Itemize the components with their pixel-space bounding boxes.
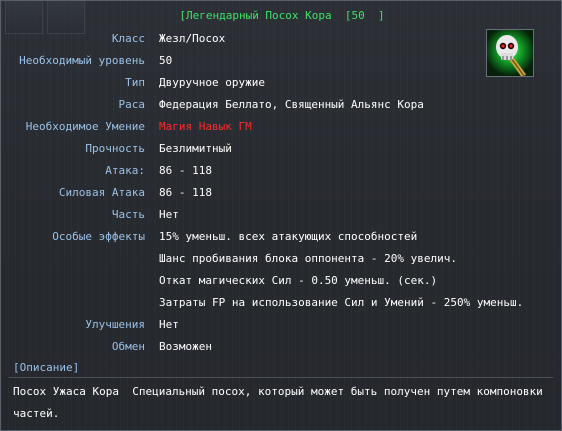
stat-value: Нет	[159, 318, 179, 331]
stat-label: Раса	[118, 98, 146, 111]
stat-value: Нет	[159, 208, 179, 221]
stat-label: Особые эффекты	[52, 230, 145, 243]
stat-value: Федерация Беллато, Священный Альянс Кора	[159, 98, 424, 111]
stat-value: Жезл/Посох	[159, 32, 226, 45]
item-title: [Легендарный Посох Кора [50 ]	[179, 9, 385, 22]
description-header: [Описание]	[13, 361, 80, 374]
stat-label: Класс	[111, 32, 145, 45]
stat-label: Прочность	[85, 142, 145, 155]
stat-value: Затраты FP на использование Сил и Умений…	[159, 296, 524, 309]
stat-value: Двуручное оружие	[159, 76, 265, 89]
stat-value: Возможен	[159, 340, 212, 353]
stat-label: Атака:	[105, 164, 145, 177]
stat-label: Улучшения	[85, 318, 145, 331]
stat-value-unmet: Магия Навык ГМ	[159, 120, 252, 133]
stat-label: Часть	[111, 208, 145, 221]
stat-value: Шанс пробивания блока оппонента - 20% ув…	[159, 252, 458, 265]
stat-value: 15% уменьш. всех атакующих способностей	[159, 230, 418, 243]
stat-value: 50	[159, 54, 173, 67]
stat-label: Обмен	[111, 340, 145, 353]
stat-label: Тип	[125, 76, 145, 89]
stat-value: Безлимитный	[159, 142, 232, 155]
stat-value: 86 - 118	[159, 186, 212, 199]
skull-staff-icon	[486, 29, 534, 77]
stat-label: Необходимое Умение	[25, 120, 145, 133]
stat-label: Необходимый уровень	[19, 54, 145, 67]
divider	[9, 377, 553, 378]
stat-value: Откат магических Сил - 0.50 уменьш. (сек…	[159, 274, 438, 287]
item-description: Посох Ужаса Кора Специальный посох, кото…	[13, 385, 550, 420]
item-tooltip: [Легендарный Посох Кора [50 ] Класс Жезл…	[0, 0, 562, 431]
stat-value: 86 - 118	[159, 164, 212, 177]
stat-label: Силовая Атака	[58, 186, 145, 199]
